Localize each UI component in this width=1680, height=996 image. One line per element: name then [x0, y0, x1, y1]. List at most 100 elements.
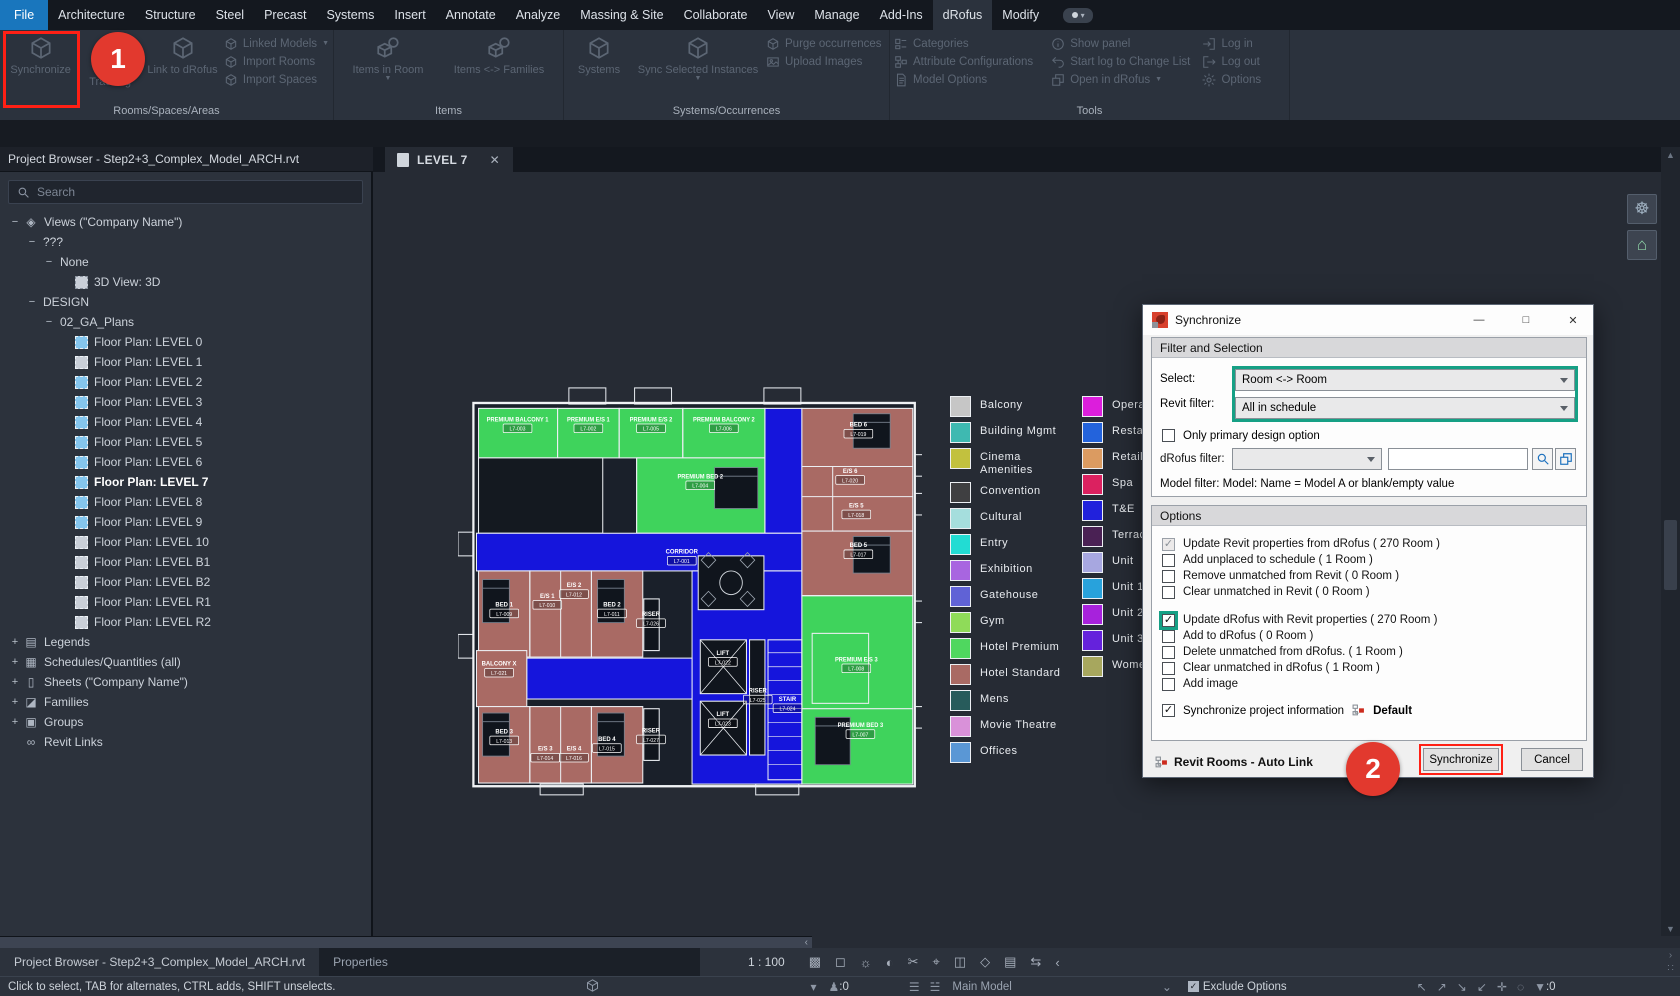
- checkbox[interactable]: [1162, 662, 1175, 675]
- steering-wheel-icon[interactable]: ☸: [1627, 194, 1657, 224]
- ribbon-tab-modify[interactable]: Modify: [992, 0, 1049, 30]
- tree-item-floor-plan-level-9[interactable]: Floor Plan: LEVEL 9: [0, 512, 371, 532]
- corner-grip[interactable]: ›∷: [1661, 948, 1680, 976]
- dialog-title-bar[interactable]: Synchronize — □ ✕: [1143, 305, 1593, 335]
- ribbon-tab-structure[interactable]: Structure: [135, 0, 206, 30]
- tree-item-views-company-name-[interactable]: −◈Views ("Company Name"): [0, 212, 371, 232]
- ribbon-item-upload-images[interactable]: Upload Images: [766, 55, 882, 69]
- tree-item-floor-plan-level-r2[interactable]: Floor Plan: LEVEL R2: [0, 612, 371, 632]
- crop-region-icon[interactable]: ⌖: [932, 954, 939, 970]
- tree-item-schedules-quantities-all-[interactable]: +▦Schedules/Quantities (all): [0, 652, 371, 672]
- tree-item-sheets-company-name-[interactable]: +▯Sheets ("Company Name"): [0, 672, 371, 692]
- ribbon-tab-massing-site[interactable]: Massing & Site: [570, 0, 673, 30]
- option-add-to-drofus-0-room-[interactable]: Add to dRofus ( 0 Room ): [1162, 628, 1586, 644]
- scroll-left-icon[interactable]: ‹: [805, 937, 808, 948]
- option-clear-unmatched-in-revit-0-room-[interactable]: Clear unmatched in Revit ( 0 Room ): [1162, 584, 1586, 600]
- detail-level-icon[interactable]: ▩: [809, 954, 821, 970]
- revit-rooms-auto-link[interactable]: Revit Rooms - Auto Link: [1155, 755, 1313, 769]
- ribbon-item-options[interactable]: Options: [1202, 73, 1285, 87]
- ribbon-item-attribute-configurations[interactable]: Attribute Configurations: [894, 55, 1049, 69]
- view-tab-level7[interactable]: LEVEL 7 ✕: [385, 147, 513, 172]
- select-pinned-icon[interactable]: ↘: [1457, 980, 1467, 994]
- tree-item-floor-plan-level-b2[interactable]: Floor Plan: LEVEL B2: [0, 572, 371, 592]
- minimize-icon[interactable]: —: [1459, 305, 1499, 335]
- scrollbar-thumb[interactable]: [1664, 520, 1677, 590]
- tree-item-none[interactable]: −None: [0, 252, 371, 272]
- tree-item-design[interactable]: −DESIGN: [0, 292, 371, 312]
- tree-item-floor-plan-level-b1[interactable]: Floor Plan: LEVEL B1: [0, 552, 371, 572]
- select-combobox[interactable]: Room <-> Room: [1235, 369, 1575, 391]
- option-add-unplaced-to-schedule-1-room-[interactable]: Add unplaced to schedule ( 1 Room ): [1162, 552, 1586, 568]
- ribbon-tab-architecture[interactable]: Architecture: [48, 0, 135, 30]
- worksets-icon[interactable]: ♟: [828, 980, 839, 994]
- horizontal-scrollbar[interactable]: ‹: [0, 936, 812, 948]
- ribbon-item-open-in-drofus[interactable]: Open in dRofus▼: [1051, 73, 1200, 87]
- option-clear-unmatched-in-drofus-1-room-[interactable]: Clear unmatched in dRofus ( 1 Room ): [1162, 660, 1586, 676]
- scroll-up-icon[interactable]: ▲: [1664, 150, 1677, 160]
- ribbon-tab-manage[interactable]: Manage: [804, 0, 869, 30]
- tree-item-legends[interactable]: +▤Legends: [0, 632, 371, 652]
- tree-item-floor-plan-level-7[interactable]: Floor Plan: LEVEL 7: [0, 472, 371, 492]
- ribbon-item-purge-occurrences[interactable]: Purge occurrences: [766, 37, 882, 51]
- tree-item-floor-plan-level-1[interactable]: Floor Plan: LEVEL 1: [0, 352, 371, 372]
- editing-requests-chevron-icon[interactable]: ▾: [810, 980, 816, 994]
- option-update-revit-properties-from-drofus-270-[interactable]: ✓Update Revit properties from dRofus ( 2…: [1162, 536, 1586, 552]
- expand-icon[interactable]: +: [8, 656, 22, 668]
- tab-properties[interactable]: Properties: [319, 948, 402, 976]
- visual-style-icon[interactable]: ◻: [835, 954, 846, 970]
- only-primary-checkbox[interactable]: [1162, 429, 1175, 442]
- exclude-options-checkbox[interactable]: ✓Exclude Options: [1188, 981, 1287, 993]
- ribbon-tab-collaborate[interactable]: Collaborate: [674, 0, 758, 30]
- close-icon[interactable]: ✕: [1553, 305, 1593, 335]
- ribbon-item-import-spaces[interactable]: Import Spaces: [224, 73, 329, 87]
- ribbon-item-show-panel[interactable]: Show panel: [1051, 37, 1200, 51]
- ribbon-item-start-log-to-change-list[interactable]: Start log to Change List: [1051, 55, 1200, 69]
- tree-item-floor-plan-level-0[interactable]: Floor Plan: LEVEL 0: [0, 332, 371, 352]
- scale-control[interactable]: 1 : 100: [748, 955, 785, 969]
- maximize-icon[interactable]: □: [1506, 305, 1546, 335]
- temporary-hide-icon[interactable]: ◫: [954, 954, 966, 970]
- checkbox[interactable]: [1162, 586, 1175, 599]
- collapse-icon[interactable]: −: [8, 216, 22, 228]
- workset-list-icon[interactable]: ☱: [930, 980, 941, 994]
- filter-search-button[interactable]: [1532, 448, 1553, 470]
- tree-item--[interactable]: −???: [0, 232, 371, 252]
- tab-project-browser[interactable]: Project Browser - Step2+3_Complex_Model_…: [0, 948, 319, 976]
- ribbon-button-link-to-drofus[interactable]: Link to dRofus: [143, 33, 222, 103]
- expand-icon[interactable]: +: [8, 676, 22, 688]
- ribbon-item-linked-models[interactable]: Linked Models▼: [224, 37, 329, 51]
- sun-path-icon[interactable]: ☼: [860, 955, 872, 970]
- floor-plan-level7[interactable]: PREMIUM BALCONY 1L7-003PREMIUM E/S 1L7-0…: [458, 375, 922, 800]
- checkbox[interactable]: [1162, 570, 1175, 583]
- ribbon-item-categories[interactable]: Categories: [894, 37, 1049, 51]
- ribbon-item-log-in[interactable]: Log in: [1202, 37, 1285, 51]
- ribbon-tab-drofus[interactable]: dRofus: [933, 0, 993, 30]
- tree-item-floor-plan-level-2[interactable]: Floor Plan: LEVEL 2: [0, 372, 371, 392]
- tree-item-3d-view-3d[interactable]: 3D View: 3D: [0, 272, 371, 292]
- worksets-dialog-icon[interactable]: ☰: [909, 980, 920, 994]
- ribbon-tab-annotate[interactable]: Annotate: [436, 0, 506, 30]
- checkbox[interactable]: [1162, 630, 1175, 643]
- checkbox[interactable]: ✓: [1162, 614, 1175, 627]
- tree-item-floor-plan-level-10[interactable]: Floor Plan: LEVEL 10: [0, 532, 371, 552]
- cancel-button[interactable]: Cancel: [1521, 748, 1583, 771]
- ribbon-tab-precast[interactable]: Precast: [254, 0, 316, 30]
- home-view-icon[interactable]: ⌂: [1627, 230, 1657, 260]
- collapse-icon[interactable]: −: [25, 296, 39, 308]
- checkbox[interactable]: [1162, 554, 1175, 567]
- option-add-image[interactable]: Add image: [1162, 676, 1586, 692]
- workset-chevron-icon[interactable]: ⌄: [1162, 980, 1172, 994]
- tree-item-02-ga-plans[interactable]: −02_GA_Plans: [0, 312, 371, 332]
- reveal-hidden-icon[interactable]: ◇: [980, 954, 990, 970]
- collapse-icon[interactable]: −: [25, 236, 39, 248]
- option-delete-unmatched-from-drofus-1-room-[interactable]: Delete unmatched from dRofus. ( 1 Room ): [1162, 644, 1586, 660]
- select-underlay-icon[interactable]: ↗: [1437, 980, 1447, 994]
- constraints-icon[interactable]: ⇆: [1030, 954, 1041, 970]
- ribbon-item-model-options[interactable]: Model Options: [894, 73, 1049, 87]
- ribbon-tab-file[interactable]: File: [0, 0, 48, 30]
- ribbon-tab-add-ins[interactable]: Add-Ins: [870, 0, 933, 30]
- ribbon-tab-steel[interactable]: Steel: [206, 0, 255, 30]
- ribbon-item-import-rooms[interactable]: Import Rooms: [224, 55, 329, 69]
- media-button[interactable]: ▾: [1063, 8, 1093, 23]
- tree-item-floor-plan-level-3[interactable]: Floor Plan: LEVEL 3: [0, 392, 371, 412]
